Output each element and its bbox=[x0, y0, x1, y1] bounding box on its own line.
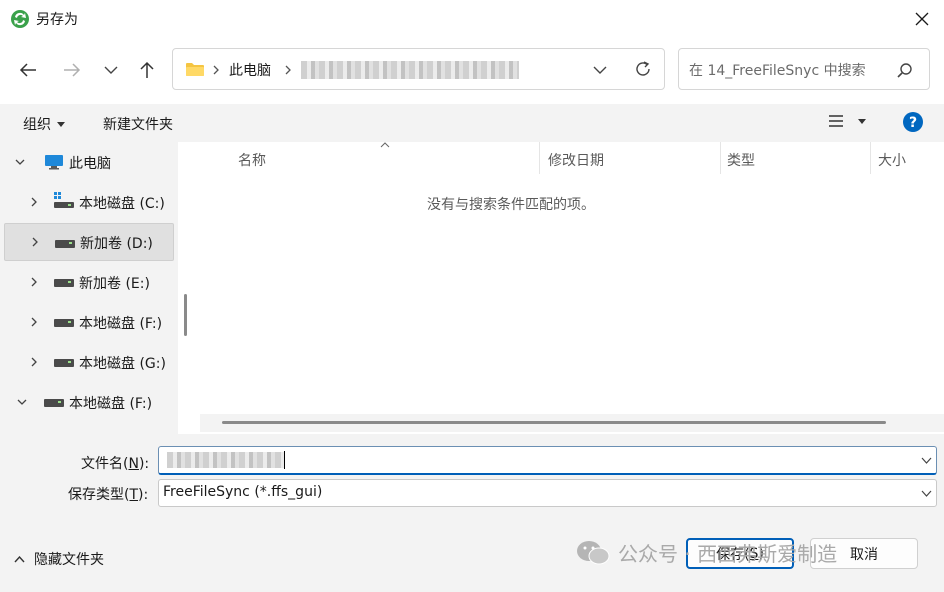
filetype-label: 保存类型(T): bbox=[68, 484, 148, 504]
filename-label: 文件名(N): bbox=[81, 453, 149, 473]
tree-item-label: 此电脑 bbox=[69, 156, 111, 172]
filetype-accesskey: T bbox=[129, 487, 139, 503]
watermark-text: 公众号 · 西西弗斯爱制造 bbox=[618, 542, 838, 566]
nav-pane-scrollbar[interactable] bbox=[184, 294, 187, 336]
tree-item-drive-f-2[interactable]: 本地磁盘 (F:) bbox=[0, 383, 176, 421]
search-placeholder: 在 14_FreeFileSnyc 中搜索 bbox=[689, 63, 866, 79]
chevron-right-icon[interactable] bbox=[28, 276, 40, 288]
windows-drive-icon bbox=[54, 192, 74, 208]
drive-icon bbox=[55, 240, 75, 248]
help-icon[interactable]: ? bbox=[903, 112, 923, 132]
forward-button[interactable] bbox=[57, 55, 87, 85]
monitor-icon bbox=[45, 155, 63, 170]
caret-down-icon bbox=[57, 121, 65, 127]
filetype-label-suffix: ): bbox=[138, 487, 149, 503]
tree-item-label: 本地磁盘 (C:) bbox=[79, 196, 165, 212]
arrow-left-icon bbox=[19, 63, 36, 77]
filetype-label-text: 保存类型( bbox=[68, 487, 130, 503]
filename-input[interactable] bbox=[158, 446, 937, 475]
file-list[interactable]: 名称 修改日期 类型 大小 没有与搜索条件匹配的项。 bbox=[196, 142, 944, 434]
tree-item-drive-e[interactable]: 新加卷 (E:) bbox=[0, 263, 176, 301]
tree-item-drive-g[interactable]: 本地磁盘 (G:) bbox=[0, 343, 176, 381]
tree-item-label: 本地磁盘 (G:) bbox=[79, 356, 166, 372]
watermark: 公众号 · 西西弗斯爱制造 bbox=[576, 538, 837, 567]
up-button[interactable] bbox=[132, 55, 162, 85]
title-bar bbox=[0, 0, 944, 38]
folder-icon bbox=[186, 63, 204, 76]
tree-item-label: 本地磁盘 (F:) bbox=[69, 396, 153, 412]
chevron-down-icon[interactable] bbox=[921, 457, 932, 464]
tree-item-label: 本地磁盘 (F:) bbox=[79, 316, 163, 332]
arrow-right-icon bbox=[64, 63, 81, 77]
drive-icon bbox=[54, 359, 74, 367]
column-header-name[interactable]: 名称 bbox=[238, 150, 266, 170]
tree-item-drive-c[interactable]: 本地磁盘 (C:) bbox=[0, 183, 176, 221]
view-options-button[interactable] bbox=[828, 114, 866, 128]
column-header-type[interactable]: 类型 bbox=[727, 150, 755, 170]
chevron-down-icon[interactable] bbox=[921, 490, 932, 497]
chevron-right-icon[interactable] bbox=[29, 236, 41, 248]
freefilesync-app-icon bbox=[11, 10, 29, 28]
tree-item-label: 新加卷 (D:) bbox=[80, 236, 153, 252]
filetype-value: FreeFileSync (*.ffs_gui) bbox=[163, 484, 323, 500]
new-folder-button[interactable]: 新建文件夹 bbox=[103, 114, 173, 134]
arrow-up-icon bbox=[140, 61, 154, 78]
empty-message: 没有与搜索条件匹配的项。 bbox=[427, 197, 595, 213]
list-view-icon bbox=[829, 115, 843, 127]
caret-down-icon bbox=[858, 118, 866, 124]
search-icon[interactable] bbox=[897, 62, 913, 78]
back-button[interactable] bbox=[13, 55, 43, 85]
search-box[interactable]: 在 14_FreeFileSnyc 中搜索 bbox=[678, 48, 930, 90]
filename-label-suffix: ): bbox=[138, 456, 150, 472]
filename-accesskey: N bbox=[128, 456, 139, 472]
filetype-select[interactable]: FreeFileSync (*.ffs_gui) bbox=[158, 479, 937, 507]
blurred-path bbox=[301, 61, 519, 79]
wechat-icon bbox=[577, 540, 610, 564]
horizontal-scrollbar-thumb[interactable] bbox=[222, 421, 886, 424]
drive-icon bbox=[44, 399, 64, 407]
column-header-size[interactable]: 大小 bbox=[878, 150, 906, 170]
hide-folders-toggle[interactable]: 隐藏文件夹 bbox=[14, 549, 104, 569]
svg-text:?: ? bbox=[909, 115, 917, 131]
address-bar[interactable]: 此电脑 bbox=[172, 48, 665, 90]
organize-menu[interactable]: 组织 bbox=[23, 114, 65, 134]
chevron-right-icon bbox=[213, 65, 219, 75]
chevron-right-icon[interactable] bbox=[28, 356, 40, 368]
column-divider[interactable] bbox=[870, 142, 871, 174]
drive-icon bbox=[54, 319, 74, 327]
filename-label-text: 文件名( bbox=[81, 456, 129, 472]
close-button[interactable] bbox=[902, 4, 942, 34]
blurred-filename bbox=[167, 452, 285, 468]
recent-locations-button[interactable] bbox=[96, 55, 126, 85]
chevron-down-icon[interactable] bbox=[16, 396, 28, 408]
tree-item-drive-d[interactable]: 新加卷 (D:) bbox=[4, 223, 174, 261]
chevron-down-icon bbox=[104, 66, 118, 74]
chevron-down-icon[interactable] bbox=[14, 156, 26, 168]
chevron-up-icon bbox=[14, 555, 25, 562]
column-divider[interactable] bbox=[539, 142, 540, 174]
refresh-icon[interactable] bbox=[634, 60, 652, 78]
window-title: 另存为 bbox=[36, 12, 78, 28]
navigation-pane[interactable]: 此电脑 本地磁盘 (C:) 新加卷 (D:) 新加卷 (E:) 本地磁盘 (F:… bbox=[0, 142, 178, 434]
breadcrumb-this-pc[interactable]: 此电脑 bbox=[229, 60, 271, 80]
chevron-right-icon bbox=[285, 65, 291, 75]
tree-item-label: 新加卷 (E:) bbox=[79, 276, 150, 292]
chevron-right-icon[interactable] bbox=[28, 316, 40, 328]
hide-folders-label: 隐藏文件夹 bbox=[34, 552, 104, 568]
sort-ascending-icon bbox=[380, 142, 390, 148]
tree-item-drive-f[interactable]: 本地磁盘 (F:) bbox=[0, 303, 176, 341]
organize-label: 组织 bbox=[23, 117, 51, 133]
column-divider[interactable] bbox=[720, 142, 721, 174]
chevron-down-icon[interactable] bbox=[593, 65, 607, 75]
close-icon bbox=[915, 12, 929, 26]
chevron-right-icon[interactable] bbox=[28, 196, 40, 208]
column-header-modified[interactable]: 修改日期 bbox=[548, 150, 604, 170]
tree-item-this-pc[interactable]: 此电脑 bbox=[0, 143, 176, 181]
drive-icon bbox=[54, 279, 74, 287]
text-cursor bbox=[284, 451, 285, 469]
